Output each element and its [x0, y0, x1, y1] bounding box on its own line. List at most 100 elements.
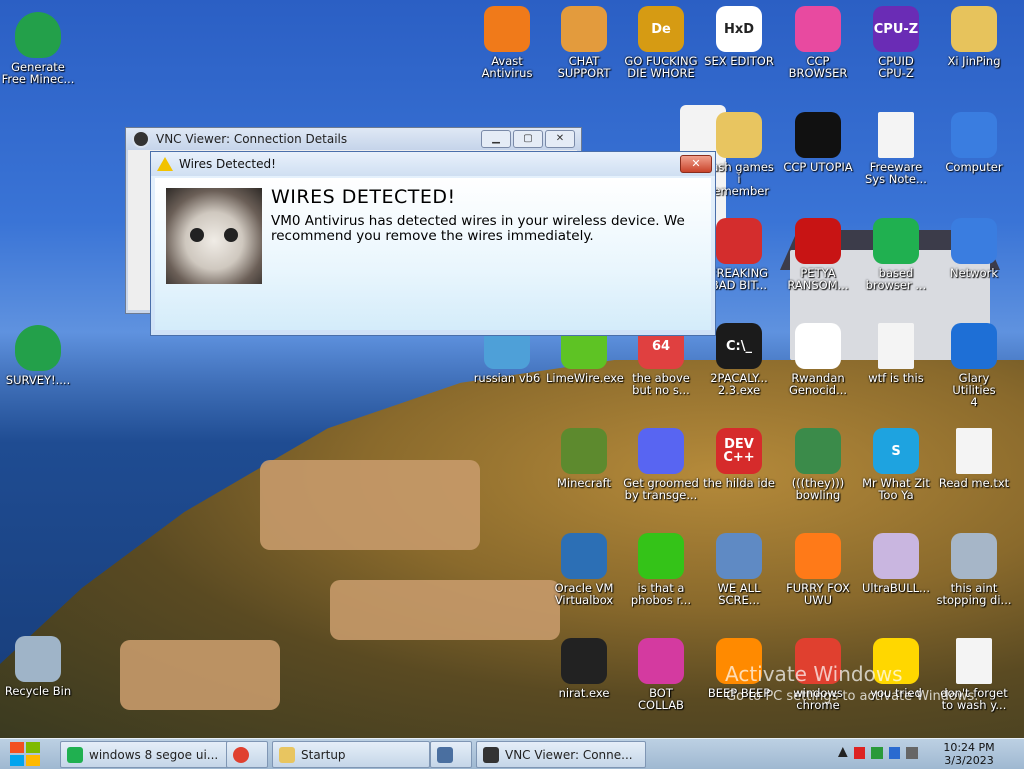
desktop-icon-ccputopia[interactable]: CCP UTOPIA — [780, 112, 856, 173]
desktop-icon-groomed[interactable]: Get groomed by transge... — [623, 428, 699, 501]
desktop-icon-label: 2PACALY... 2.3.exe — [710, 371, 768, 397]
desktop-icon-label: SURVEY!.... — [5, 373, 71, 387]
rock — [120, 640, 280, 710]
desktop-icon-ultrabull[interactable]: UltraBULL... — [858, 533, 934, 594]
start-button[interactable] — [10, 742, 42, 766]
support-person-icon — [561, 6, 607, 52]
cat-eye — [224, 228, 238, 242]
clock[interactable]: 10:24 PM 3/3/2023 — [934, 741, 1004, 767]
desktop-icon-avast[interactable]: Avast Antivirus — [469, 6, 545, 79]
text-file-icon — [956, 428, 992, 474]
dialog-heading: WIRES DETECTED! — [271, 186, 456, 208]
taskbar-item-chrome[interactable] — [226, 741, 268, 768]
desktop-icon-label: LimeWire.exe — [546, 371, 624, 385]
dialog-close-button[interactable]: ✕ — [680, 155, 712, 173]
desktop-icon-glary[interactable]: Glary Utilities 4 — [936, 323, 1012, 408]
document-icon — [878, 112, 914, 158]
desktop-icon-thisaint[interactable]: this aint stopping di... — [936, 533, 1012, 606]
desktop-icon-label: is that a phobos r... — [630, 581, 692, 607]
desktop-icon-mrwhat[interactable]: S Mr What Zit Too Ya — [858, 428, 934, 501]
wires-detected-dialog[interactable]: Wires Detected! ✕ WIRES DETECTED! VM0 An… — [150, 151, 716, 336]
desktop-icon-xijinping[interactable]: Xi JinPing — [936, 6, 1012, 67]
maximize-button[interactable]: ▢ — [513, 130, 543, 148]
minimize-button[interactable]: ▁ — [481, 130, 511, 148]
desktop-icon-readme[interactable]: Read me.txt — [936, 428, 1012, 489]
desktop-icon-computer[interactable]: Computer — [936, 112, 1012, 173]
desktop-icon-label: PETYA RANSOM... — [787, 266, 849, 292]
monitor-tray-icon[interactable] — [888, 747, 901, 759]
folder-icon — [279, 746, 295, 763]
desktop-icon-phobos[interactable]: is that a phobos r... — [623, 533, 699, 606]
desktop-icon-label: BOT COLLAB — [638, 686, 684, 712]
close-button[interactable]: ✕ — [545, 130, 575, 148]
desktop-icon-generate[interactable]: Generate Free Minec... — [0, 12, 76, 85]
avast-icon — [484, 6, 530, 52]
desktop-icon-wtf[interactable]: wtf is this — [858, 323, 934, 384]
desktop-icon-bowling[interactable]: (((they))) bowling — [780, 428, 856, 501]
desktop-icon-cpuid[interactable]: CPU-Z CPUID CPU-Z — [858, 6, 934, 79]
desktop-icon-label: Get groomed by transge... — [623, 476, 699, 502]
folder-icon — [716, 112, 762, 158]
cmd-icon: C:\_ — [716, 323, 762, 369]
desktop-icon-gofd[interactable]: De GO FUCKING DIE WHORE — [623, 6, 699, 79]
desktop-icon-hilda[interactable]: DEV C++ the hilda ide — [701, 428, 777, 489]
desktop-icon-label: Freeware Sys Note... — [865, 160, 927, 186]
desktop-icon-label: Network — [949, 266, 999, 280]
desktop-icon-label: (((they))) bowling — [791, 476, 845, 502]
network-icon — [951, 218, 997, 264]
rock — [260, 460, 480, 550]
taskbar-item-vnc[interactable]: VNC Viewer: Conne... — [476, 741, 646, 768]
desktop-icon-oraclevm[interactable]: Oracle VM Virtualbox — [546, 533, 622, 606]
desktop-icon-network[interactable]: Network — [936, 218, 1012, 279]
bowling-icon — [795, 428, 841, 474]
windows-logo-icon — [10, 742, 24, 753]
desktop-icon-label: based browser ... — [865, 266, 927, 292]
desktop-icon-label: Mr What Zit Too Ya — [862, 476, 930, 502]
desktop-icon-chat[interactable]: CHAT SUPPORT — [546, 6, 622, 79]
desktop-icon-sexeditor[interactable]: HxD SEX EDITOR — [701, 6, 777, 67]
desktop-icon-label: Minecraft — [557, 476, 611, 490]
cat-eye — [190, 228, 204, 242]
desktop-icon-label: WE ALL SCRE... — [717, 581, 761, 607]
desktop-icon-label: this aint stopping di... — [936, 581, 1012, 607]
desktop-icon-botcollab[interactable]: BOT COLLAB — [623, 638, 699, 711]
desktop-icon-label: CHAT SUPPORT — [557, 54, 611, 80]
desktop-icon-label: GO FUCKING DIE WHORE — [624, 54, 698, 80]
taskbar-item-tool[interactable] — [430, 741, 472, 768]
flag-icon[interactable] — [853, 747, 866, 759]
desktop-icon-petya[interactable]: PETYA RANSOM... — [780, 218, 856, 291]
dialog-titlebar[interactable]: Wires Detected! — [151, 152, 715, 176]
icq-icon — [638, 533, 684, 579]
desktop-icon-label: Computer — [945, 160, 1003, 174]
desktop-icon-label: Recycle Bin — [4, 684, 72, 698]
desktop-icon-ccpbrowser[interactable]: CCP BROWSER — [780, 6, 856, 79]
virtualbox-icon — [561, 533, 607, 579]
desktop-icon-minecraft[interactable]: Minecraft — [546, 428, 622, 489]
desktop-icon-freeware[interactable]: Freeware Sys Note... — [858, 112, 934, 185]
desktop-icon-survey[interactable]: SURVEY!.... — [0, 325, 76, 386]
desktop-icon-recycle[interactable]: Recycle Bin — [0, 636, 76, 697]
disc-icon — [873, 533, 919, 579]
desktop-icon-rwandan[interactable]: Rwandan Genocid... — [780, 323, 856, 396]
activate-windows-title: Activate Windows — [725, 662, 903, 686]
shield-check-icon — [15, 325, 61, 371]
desktop-icon-based[interactable]: based browser ... — [858, 218, 934, 291]
desktop-icon-label: wtf is this — [868, 371, 924, 385]
network-tray-icon[interactable] — [871, 747, 883, 759]
taskbar-item-chat-green[interactable]: windows 8 segoe ui... — [60, 741, 236, 768]
ini-file-icon — [956, 638, 992, 684]
dark-logo-icon — [795, 112, 841, 158]
de-icon: De — [638, 6, 684, 52]
tray-arrow-icon[interactable] — [838, 747, 848, 757]
desktop-icon-label: nirat.exe — [558, 686, 610, 700]
desktop-icon-label: FURRY FOX UWU — [786, 581, 850, 607]
taskbar-item-folder[interactable]: Startup — [272, 741, 430, 768]
desktop-icon-label: Oracle VM Virtualbox — [554, 581, 614, 607]
printer-icon — [951, 533, 997, 579]
angry-bird-icon — [716, 218, 762, 264]
desktop-icon-nirat[interactable]: nirat.exe — [546, 638, 622, 699]
rock — [330, 580, 560, 640]
volume-icon[interactable] — [906, 747, 919, 759]
desktop-icon-weall[interactable]: WE ALL SCRE... — [701, 533, 777, 606]
desktop-icon-furryfox[interactable]: FURRY FOX UWU — [780, 533, 856, 606]
